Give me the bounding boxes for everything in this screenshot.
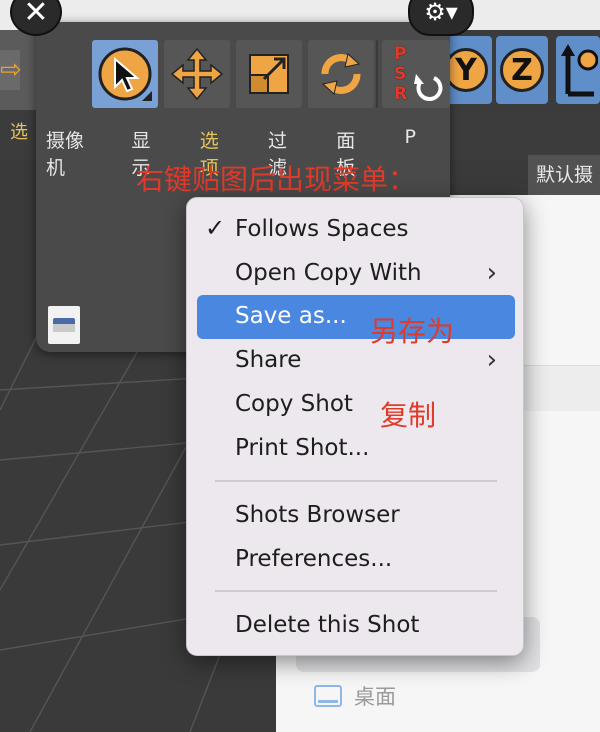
annotation-save-as: 另存为 xyxy=(370,315,455,348)
checkmark-icon: ✓ xyxy=(205,214,226,242)
menu-item-save-as[interactable]: Save as... xyxy=(197,295,515,339)
scale-icon xyxy=(249,54,289,94)
world-axis-icon xyxy=(561,44,598,97)
background-arrow-icon: ⇨ xyxy=(0,50,22,90)
settings-button[interactable]: ⚙▾ xyxy=(408,0,474,36)
chevron-right-icon: › xyxy=(486,345,497,375)
menu-item-label: Copy Shot xyxy=(235,391,353,417)
image-file-icon[interactable] xyxy=(48,306,80,344)
rotate-tool-button[interactable] xyxy=(308,40,374,108)
background-menu-label: 选 xyxy=(10,122,28,143)
close-icon: ✕ xyxy=(23,0,49,30)
scale-tool-button[interactable] xyxy=(236,40,302,108)
menu-camera[interactable]: 摄像机 xyxy=(46,126,97,180)
sidebar-item-desktop[interactable]: 桌面 xyxy=(314,681,396,711)
select-arrow-icon xyxy=(98,47,152,101)
desktop-icon xyxy=(314,685,342,707)
sidebar-item-label: 桌面 xyxy=(354,685,396,709)
move-icon xyxy=(170,47,224,101)
menu-item-preferences[interactable]: Preferences... xyxy=(197,538,515,582)
axis-z-button[interactable]: Z xyxy=(496,36,548,104)
psr-letter: P xyxy=(394,44,407,64)
psr-letter: R xyxy=(394,84,408,104)
psr-reset-icon: P S R xyxy=(386,42,446,106)
axis-y-icon: Y xyxy=(444,48,488,92)
menu-item-label: Preferences... xyxy=(235,546,393,572)
menu-item-copy-shot[interactable]: Copy Shot xyxy=(197,383,515,427)
menu-separator xyxy=(215,590,497,592)
menu-item-open-copy-with[interactable]: Open Copy With › xyxy=(197,252,515,296)
annotation-title: 右键贴图后出现菜单： xyxy=(136,163,417,196)
menu-separator xyxy=(215,480,497,482)
menu-item-print-shot[interactable]: Print Shot... xyxy=(197,427,515,471)
psr-reset-button[interactable]: P S R xyxy=(382,40,450,108)
context-menu: ✓ Follows Spaces Open Copy With › Save a… xyxy=(186,197,524,656)
toolbar-separator xyxy=(376,40,378,108)
select-tool-button[interactable] xyxy=(92,40,158,108)
menu-item-label: Shots Browser xyxy=(235,502,400,528)
annotation-copy: 复制 xyxy=(380,399,437,432)
menu-item-label: Save as... xyxy=(235,303,347,329)
axis-z-icon: Z xyxy=(500,48,544,92)
menu-item-share[interactable]: Share › xyxy=(197,339,515,383)
chevron-right-icon: › xyxy=(486,258,497,288)
rotate-icon xyxy=(321,53,361,95)
move-tool-button[interactable] xyxy=(164,40,230,108)
reset-arrow-icon xyxy=(414,74,443,102)
psr-letter: S xyxy=(394,64,407,84)
menu-item-label: Follows Spaces xyxy=(235,216,409,242)
gear-icon: ⚙▾ xyxy=(424,0,458,26)
menu-item-delete-shot[interactable]: Delete this Shot xyxy=(197,604,515,648)
menu-item-label: Delete this Shot xyxy=(235,612,420,638)
menu-item-label: Open Copy With xyxy=(235,260,422,286)
background-tab-default-camera[interactable]: 默认摄 xyxy=(528,155,600,195)
menu-item-label: Share xyxy=(235,347,302,373)
menu-item-shots-browser[interactable]: Shots Browser xyxy=(197,494,515,538)
menu-item-label: Print Shot... xyxy=(235,435,370,461)
menu-item-follows-spaces[interactable]: ✓ Follows Spaces xyxy=(197,208,515,252)
world-axis-button[interactable] xyxy=(556,36,600,104)
